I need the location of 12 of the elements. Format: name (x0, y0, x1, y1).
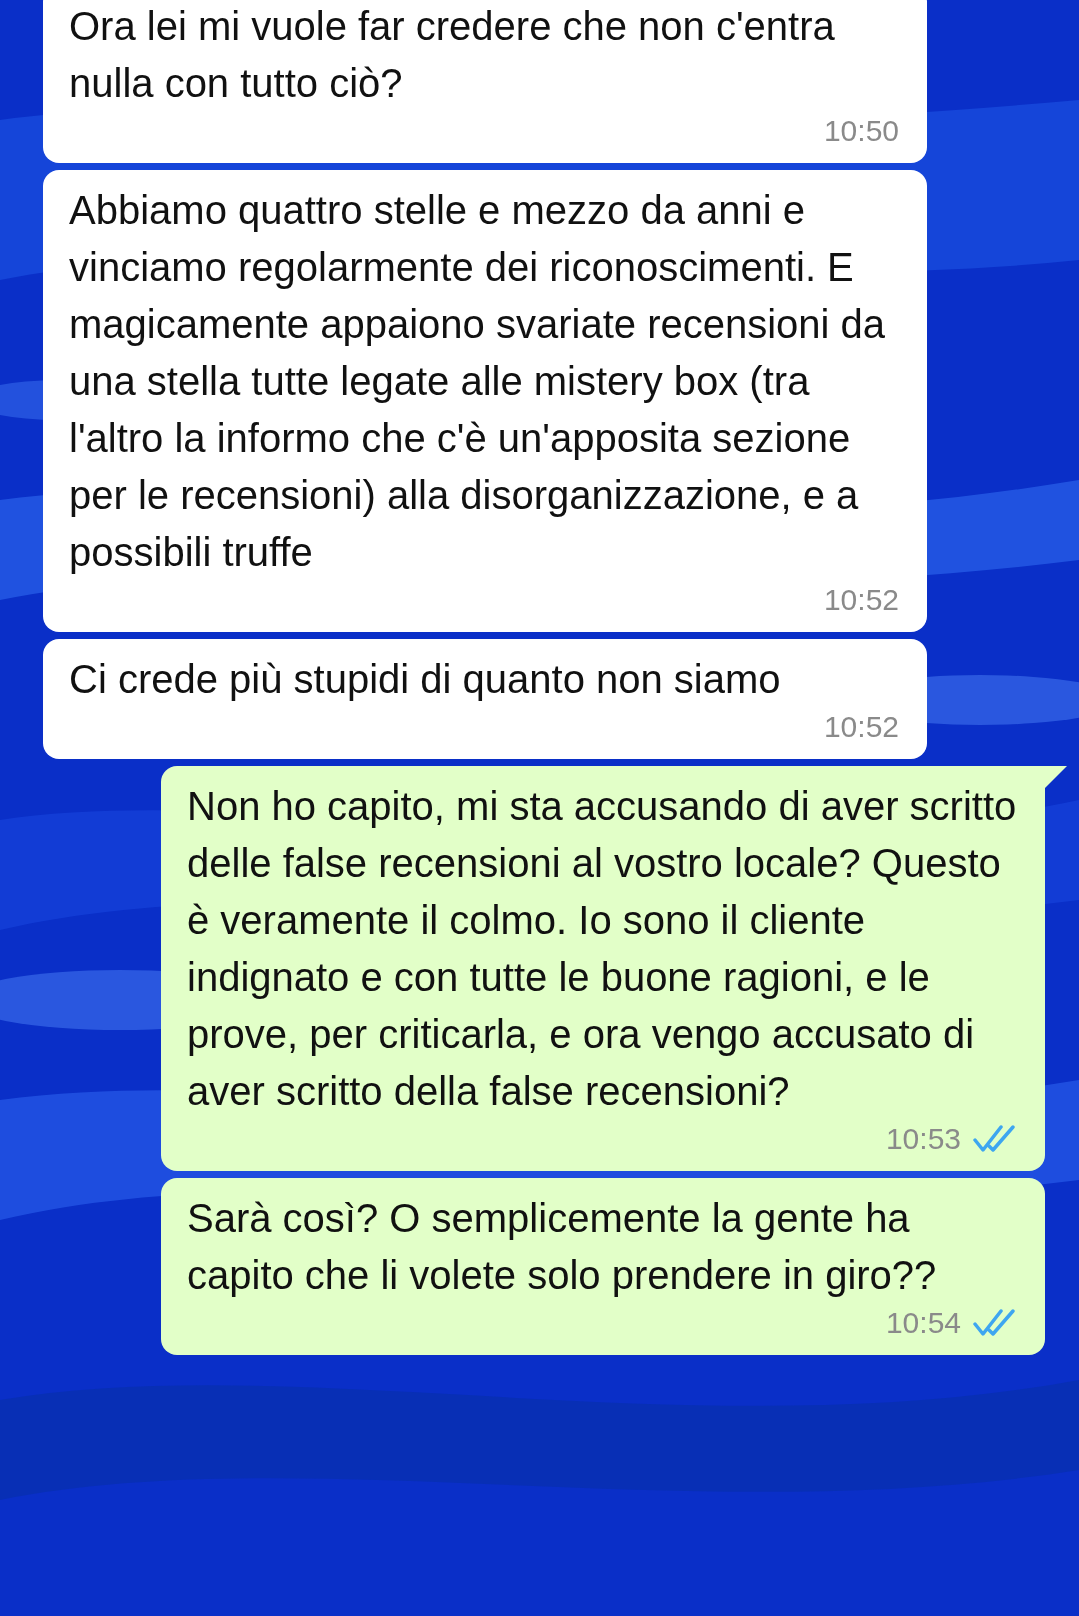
message-time: 10:50 (823, 113, 899, 149)
message-text: Abbiamo quattro stelle e mezzo da anni e vinciamo regolarmente dei riconoscimenti. E magicamente appaiono svariate recensioni da una stella tutte legate alle mistery box (tra l'altro la informo che c'è un'apposita sezione per le recensioni) alla disorganizzazione, e a possibili truffe (69, 187, 887, 576)
message-text: Ci crede più stupidi di quanto non siamo (69, 656, 782, 703)
message-time: 10:54 (885, 1305, 961, 1341)
message-text: Non ho capito, mi sta accusando di aver scritto delle false recensioni al vostro locale? Questo è veramente il colmo. Io sono il cliente indignato e con tutte le buone ragioni, e le prove, per criticarla, e ora vengo accusato di aver scritto della false recensioni? (187, 783, 1017, 1115)
message-time: 10:53 (885, 1121, 961, 1157)
message-text: Sarà così? O semplicemente la gente ha capito che li volete solo prendere in giro?? (187, 1195, 938, 1299)
double-check-icon (973, 1123, 1017, 1154)
double-check-icon (973, 1307, 1017, 1338)
message-text: Ora lei mi vuole far credere che non c'entra nulla con tutto ciò? (69, 3, 836, 107)
message-time: 10:52 (823, 709, 899, 745)
message-time: 10:52 (823, 582, 899, 618)
